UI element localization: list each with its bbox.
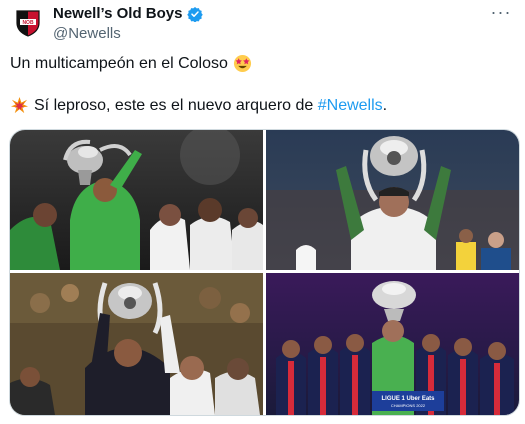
display-name[interactable]: Newell’s Old Boys: [53, 5, 183, 23]
tweet-text: Un multicampeón en el Coloso Sí leproso,…: [10, 53, 515, 116]
tweet-line-1: Un multicampeón en el Coloso: [10, 53, 515, 74]
handle[interactable]: @Newells: [53, 24, 203, 43]
media-grid: LIGUE 1 Uber Eats CHAMPIONS 2022: [9, 129, 520, 416]
banner-text: LIGUE 1 Uber Eats: [381, 396, 435, 402]
photo-1[interactable]: [10, 130, 263, 270]
tweet-line-2-text: Sí leproso, este es el nuevo arquero de: [34, 97, 318, 114]
photo-2[interactable]: [266, 130, 519, 270]
more-options-icon[interactable]: ···: [489, 3, 513, 25]
avatar[interactable]: NOB: [12, 7, 44, 39]
verified-badge-icon: [186, 7, 203, 22]
display-name-row[interactable]: Newell’s Old Boys: [53, 5, 203, 23]
nob-crest-icon: NOB: [16, 10, 40, 37]
hashtag-link[interactable]: #Newells: [318, 95, 383, 116]
tweet-line-1-text: Un multicampeón en el Coloso: [10, 55, 228, 72]
collision-emoji-icon: [10, 96, 29, 114]
banner-subtext: CHAMPIONS 2022: [391, 403, 426, 408]
star-struck-emoji-icon: [233, 54, 251, 73]
tweet-header: NOB Newell’s Old Boys @Newells ···: [12, 3, 515, 43]
tweet-line-2-suffix: .: [382, 97, 388, 114]
photo-4[interactable]: LIGUE 1 Uber Eats CHAMPIONS 2022: [266, 273, 519, 415]
photo-3[interactable]: [10, 273, 263, 415]
tweet-line-2: Sí leproso, este es el nuevo arquero de …: [10, 95, 515, 116]
svg-text:NOB: NOB: [22, 20, 34, 26]
